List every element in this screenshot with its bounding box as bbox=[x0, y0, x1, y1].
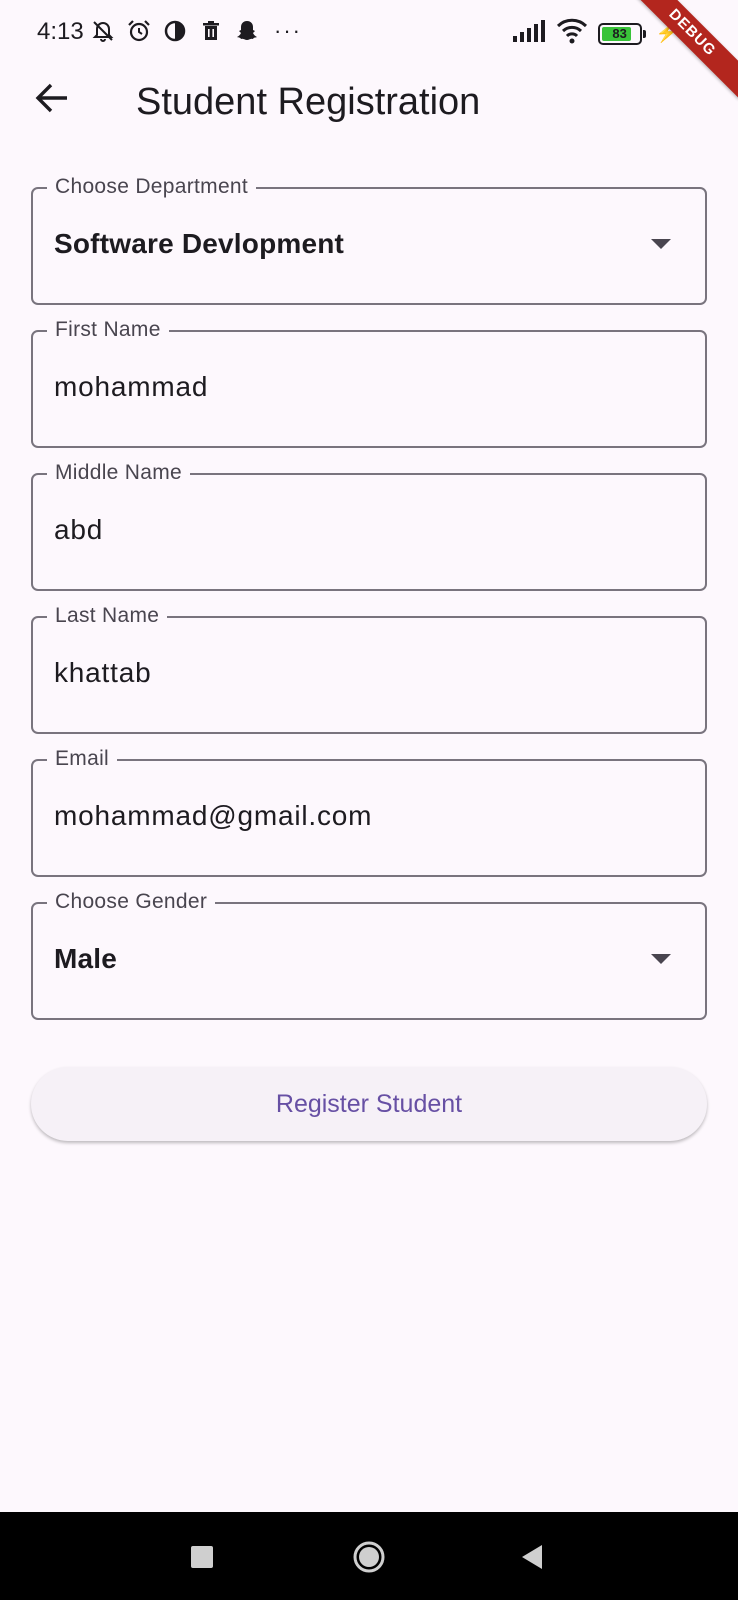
nav-back-button[interactable] bbox=[522, 1545, 542, 1569]
battery-level: 83 bbox=[612, 26, 627, 41]
last-name-label: Last Name bbox=[47, 603, 168, 629]
wifi-icon bbox=[556, 18, 588, 49]
home-circle-icon bbox=[353, 1541, 385, 1573]
first-name-field[interactable]: First Name mohammad bbox=[31, 317, 707, 448]
gender-dropdown[interactable]: Choose Gender Male bbox=[31, 889, 707, 1020]
middle-name-value[interactable]: abd bbox=[54, 511, 103, 549]
email-field[interactable]: Email mohammad@gmail.com bbox=[31, 746, 707, 877]
battery-icon: 83 bbox=[597, 22, 646, 45]
more-notifications-icon: ··· bbox=[274, 18, 302, 43]
last-name-field[interactable]: Last Name khattab bbox=[31, 603, 707, 734]
data-saver-icon bbox=[162, 18, 188, 44]
email-label: Email bbox=[47, 746, 118, 772]
status-time: 4:13 bbox=[37, 18, 84, 45]
middle-name-label: Middle Name bbox=[47, 460, 191, 486]
gender-label: Choose Gender bbox=[47, 889, 216, 915]
department-value: Software Devlopment bbox=[54, 228, 345, 259]
notification-icons: ··· bbox=[90, 18, 302, 44]
email-value[interactable]: mohammad@gmail.com bbox=[54, 797, 372, 835]
mute-vibrate-icon bbox=[90, 18, 116, 44]
signal-icon bbox=[512, 19, 546, 48]
page-title: Student Registration bbox=[136, 81, 481, 123]
system-navigation-bar bbox=[0, 1512, 738, 1600]
snapchat-icon bbox=[234, 18, 260, 44]
alarm-icon bbox=[126, 18, 152, 44]
arrow-back-icon bbox=[35, 83, 69, 118]
first-name-value[interactable]: mohammad bbox=[54, 368, 208, 406]
department-label: Choose Department bbox=[47, 174, 257, 200]
department-dropdown[interactable]: Choose Department Software Devlopment bbox=[31, 174, 707, 305]
first-name-label: First Name bbox=[47, 317, 169, 343]
register-student-button[interactable]: Register Student bbox=[31, 1067, 707, 1141]
trash-icon bbox=[198, 18, 224, 44]
gender-value: Male bbox=[54, 943, 118, 974]
dropdown-arrow-icon[interactable] bbox=[651, 954, 671, 964]
recents-button[interactable] bbox=[191, 1546, 213, 1568]
app-bar: Student Registration bbox=[0, 66, 738, 142]
system-status-icons: 83 ⚡ bbox=[512, 18, 678, 49]
last-name-value[interactable]: khattab bbox=[54, 654, 151, 692]
middle-name-field[interactable]: Middle Name abd bbox=[31, 460, 707, 591]
battery-tip bbox=[642, 29, 646, 38]
dropdown-arrow-icon[interactable] bbox=[651, 239, 671, 249]
status-bar: 4:13 ··· 83 ⚡ bbox=[0, 0, 738, 66]
home-button[interactable] bbox=[352, 1540, 386, 1574]
back-button[interactable] bbox=[28, 76, 76, 124]
